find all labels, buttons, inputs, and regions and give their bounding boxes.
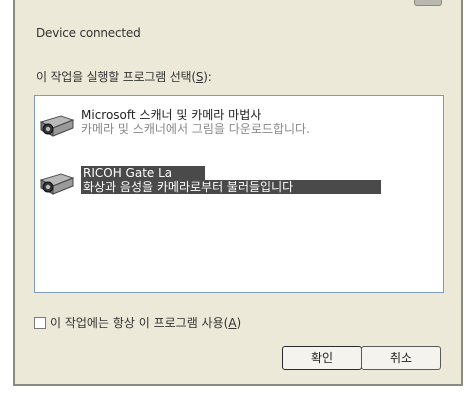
program-item-microsoft-wizard[interactable]: Microsoft 스캐너 및 카메라 마법사 카메라 및 스캐너에서 그림을 … [35,106,443,146]
program-name: Microsoft 스캐너 및 카메라 마법사 [81,108,262,122]
always-use-option[interactable]: 이 작업에는 항상 이 프로그램 사용(A) [34,314,241,331]
program-description: 카메라 및 스캐너에서 그림을 다운로드합니다. [81,122,310,136]
program-description: 화상과 음성을 카메라로부터 불러들입니다 [81,180,381,194]
program-list[interactable]: Microsoft 스캐너 및 카메라 마법사 카메라 및 스캐너에서 그림을 … [34,95,444,293]
always-use-checkbox[interactable] [34,317,46,329]
cancel-button[interactable]: 취소 [361,346,441,370]
program-prompt-label: 이 작업을 실행할 프로그램 선택(S): [36,70,212,84]
camera-scanner-icon [39,115,75,137]
program-item-ricoh-gate[interactable]: RICOH Gate La 화상과 음성을 카메라로부터 불러들입니다 [35,164,443,204]
title-bar-close-button[interactable] [414,0,442,6]
device-message: Device connected [36,26,141,40]
camera-scanner-icon [39,173,75,195]
always-use-label: 이 작업에는 항상 이 프로그램 사용(A) [50,316,242,330]
program-name: RICOH Gate La [81,166,205,180]
ok-button[interactable]: 확인 [282,346,362,370]
